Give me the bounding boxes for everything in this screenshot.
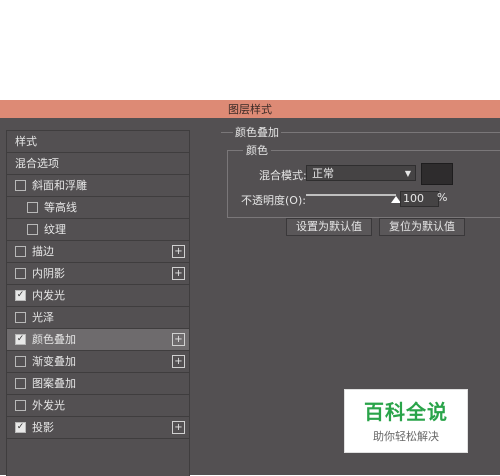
group-title: 颜色叠加 xyxy=(233,124,281,140)
reset-default-button[interactable]: 复位为默认值 xyxy=(379,218,465,236)
opacity-slider-track[interactable] xyxy=(306,194,396,196)
style-item[interactable]: 斜面和浮雕 xyxy=(7,175,189,197)
opacity-unit: % xyxy=(437,191,448,204)
style-item[interactable]: 外发光 xyxy=(7,395,189,417)
style-item-label: 内发光 xyxy=(32,289,65,302)
style-item-label: 斜面和浮雕 xyxy=(32,179,87,192)
checkbox-checked-icon[interactable]: ✓ xyxy=(15,333,26,345)
add-instance-icon[interactable]: + xyxy=(172,421,185,434)
style-item[interactable]: 混合选项 xyxy=(7,153,189,175)
style-item-label: 混合选项 xyxy=(15,157,59,170)
checkbox-icon[interactable] xyxy=(15,267,26,279)
color-swatch[interactable] xyxy=(421,163,453,185)
style-item[interactable]: ✓ 投影 + xyxy=(7,417,189,439)
style-item[interactable]: 光泽 xyxy=(7,307,189,329)
style-item-label: 等高线 xyxy=(44,201,77,214)
style-item[interactable]: 样式 xyxy=(7,131,189,153)
style-item-label: 光泽 xyxy=(32,311,54,324)
style-item[interactable]: 描边 + xyxy=(7,241,189,263)
add-instance-icon[interactable]: + xyxy=(172,333,185,346)
dialog-title-bar: 图层样式 xyxy=(0,100,500,118)
style-item[interactable]: 纹理 xyxy=(7,219,189,241)
reset-default-label: 复位为默认值 xyxy=(389,220,455,233)
set-default-button[interactable]: 设置为默认值 xyxy=(286,218,372,236)
set-default-label: 设置为默认值 xyxy=(296,220,362,233)
add-instance-icon[interactable]: + xyxy=(172,267,185,280)
blend-mode-select[interactable]: 正常 ▼ xyxy=(306,165,416,181)
watermark-subtitle: 助你轻松解决 xyxy=(373,430,439,443)
style-item[interactable]: 内阴影 + xyxy=(7,263,189,285)
style-item[interactable]: ✓ 内发光 xyxy=(7,285,189,307)
add-instance-icon[interactable]: + xyxy=(172,355,185,368)
style-item-label: 渐变叠加 xyxy=(32,355,76,368)
blend-mode-value: 正常 xyxy=(312,167,334,180)
checkbox-icon[interactable] xyxy=(15,245,26,257)
chevron-down-icon: ▼ xyxy=(404,169,411,178)
checkbox-icon[interactable] xyxy=(15,179,26,191)
subgroup-title: 颜色 xyxy=(243,142,271,158)
opacity-label: 不透明度(O): xyxy=(241,194,306,207)
add-instance-icon[interactable]: + xyxy=(172,245,185,258)
dialog-title: 图层样式 xyxy=(228,103,272,116)
styles-list: 样式混合选项斜面和浮雕等高线纹理描边 + 内阴影 + ✓ 内发光光泽 ✓ 颜色叠加 + 渐变叠加 +… xyxy=(6,130,190,476)
style-item[interactable]: 等高线 xyxy=(7,197,189,219)
checkbox-icon[interactable] xyxy=(15,355,26,367)
style-item-label: 外发光 xyxy=(32,399,65,412)
checkbox-icon[interactable] xyxy=(27,201,38,213)
style-item-label: 纹理 xyxy=(44,223,66,236)
style-item-label: 颜色叠加 xyxy=(32,333,76,346)
opacity-value: 100 xyxy=(403,192,424,205)
opacity-input[interactable]: 100 xyxy=(400,191,439,207)
watermark-title: 百科全说 xyxy=(364,400,448,424)
checkbox-icon[interactable] xyxy=(15,311,26,323)
background-area xyxy=(0,0,500,100)
style-item-label: 样式 xyxy=(15,135,37,148)
style-item[interactable]: ✓ 颜色叠加 + xyxy=(7,329,189,351)
style-item-label: 图案叠加 xyxy=(32,377,76,390)
checkbox-checked-icon[interactable]: ✓ xyxy=(15,289,26,301)
style-item-label: 内阴影 xyxy=(32,267,65,280)
style-item-label: 投影 xyxy=(32,421,54,434)
style-item-label: 描边 xyxy=(32,245,54,258)
style-item[interactable]: 渐变叠加 + xyxy=(7,351,189,373)
checkbox-checked-icon[interactable]: ✓ xyxy=(15,421,26,433)
style-item[interactable]: 图案叠加 xyxy=(7,373,189,395)
watermark-logo: 百科全说 助你轻松解决 xyxy=(344,389,468,453)
blend-mode-label: 混合模式: xyxy=(259,169,307,182)
checkbox-icon[interactable] xyxy=(15,377,26,389)
checkbox-icon[interactable] xyxy=(15,399,26,411)
checkbox-icon[interactable] xyxy=(27,223,38,235)
